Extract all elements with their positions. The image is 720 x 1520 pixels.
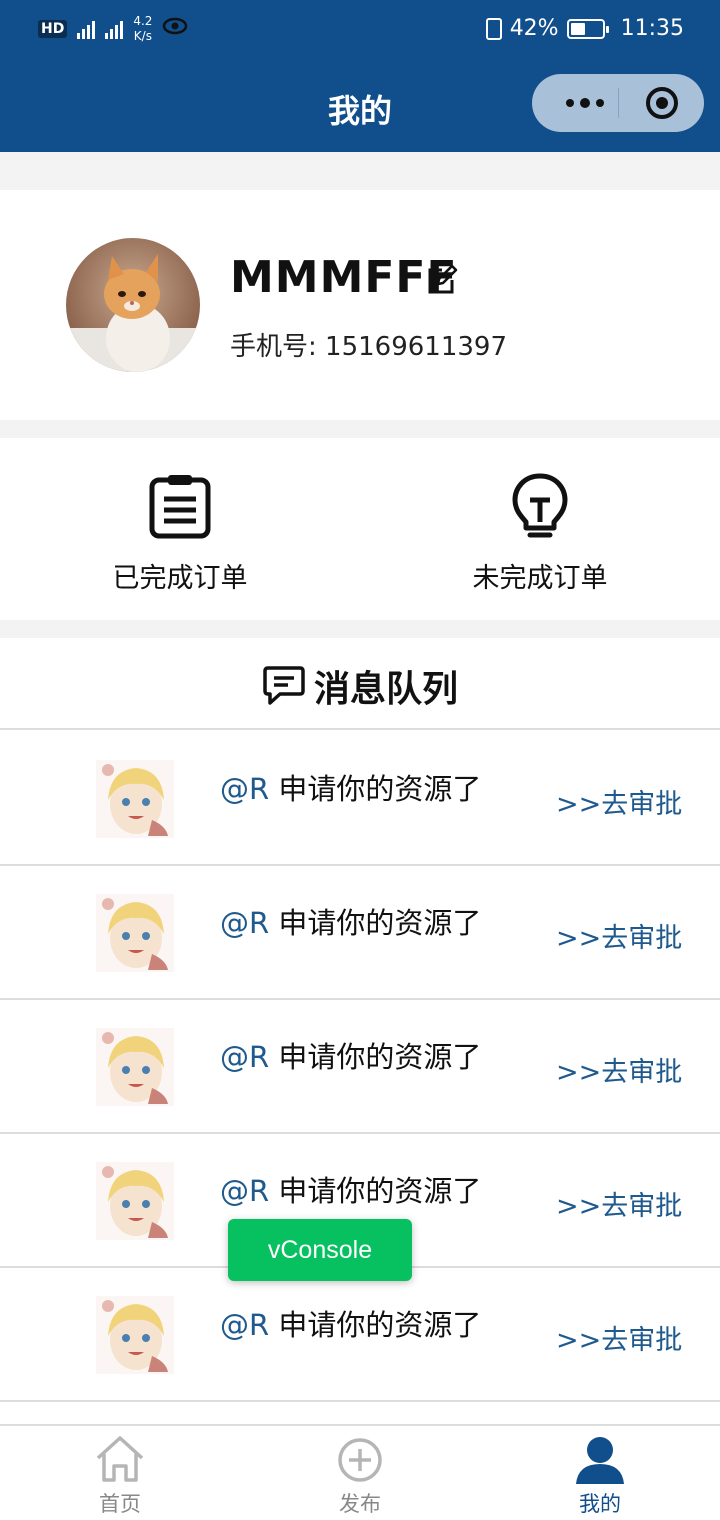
message-queue-title: 消息队列 xyxy=(314,669,459,710)
tab-mine[interactable]: 我的 xyxy=(540,1426,660,1520)
list-item: @R 申请你的资源了 >>去审批 xyxy=(0,1000,720,1134)
tab-home-label: 首页 xyxy=(99,1492,141,1516)
message-user[interactable]: @R xyxy=(220,906,269,940)
message-text: @R 申请你的资源了 xyxy=(220,900,481,942)
message-body: 申请你的资源了 xyxy=(269,772,482,806)
uncompleted-orders-button[interactable]: 未完成订单 xyxy=(420,438,660,620)
message-body: 申请你的资源了 xyxy=(269,906,482,940)
vconsole-button[interactable]: vConsole xyxy=(228,1219,412,1281)
list-item: @R 申请你的资源了 >>去审批 xyxy=(0,1268,720,1402)
status-bar: HD 4.2 K/s 42% 11:35 xyxy=(0,0,720,62)
net-speed-unit: K/s xyxy=(133,29,152,43)
username: MMMFFF xyxy=(230,252,458,303)
status-bar-left: HD 4.2 K/s xyxy=(38,14,188,44)
sender-avatar xyxy=(96,760,174,838)
net-speed: 4.2 K/s xyxy=(133,14,152,44)
profile-card: MMMFFF 手机号: 15169611397 xyxy=(0,190,720,420)
mini-program-capsule xyxy=(532,74,704,132)
tab-publish[interactable]: 发布 xyxy=(300,1426,420,1520)
sender-avatar xyxy=(96,1296,174,1374)
message-queue-header: 消息队列 xyxy=(0,638,720,730)
tab-mine-label: 我的 xyxy=(579,1492,621,1516)
message-list: @R 申请你的资源了 >>去审批 @R 申请你的资源了 >>去审批 @R 申请你… xyxy=(0,732,720,1402)
completed-orders-label: 已完成订单 xyxy=(112,563,248,594)
message-user[interactable]: @R xyxy=(220,1040,269,1074)
message-body: 申请你的资源了 xyxy=(269,1174,482,1208)
tab-home[interactable]: 首页 xyxy=(60,1426,180,1520)
message-icon xyxy=(263,666,305,705)
phone-number: 15169611397 xyxy=(325,332,507,362)
tab-publish-label: 发布 xyxy=(339,1492,381,1516)
tab-bar: 首页 发布 我的 xyxy=(0,1424,720,1520)
status-time: 11:35 xyxy=(620,16,684,41)
completed-orders-button[interactable]: 已完成订单 xyxy=(60,438,300,620)
message-queue: 消息队列 @R 申请你的资源了 >>去审批 @R 申请你的资源了 >>去审批 @… xyxy=(0,638,720,1424)
list-item: @R 申请你的资源了 >>去审批 xyxy=(0,732,720,866)
net-speed-value: 4.2 xyxy=(133,14,153,28)
add-circle-icon xyxy=(338,1438,382,1482)
orders-card: 已完成订单 未完成订单 xyxy=(0,438,720,620)
message-text: @R 申请你的资源了 xyxy=(220,1034,481,1076)
home-icon xyxy=(96,1436,144,1482)
close-mini-program-button[interactable] xyxy=(646,87,678,119)
message-user[interactable]: @R xyxy=(220,1174,269,1208)
battery-icon xyxy=(566,18,609,39)
sender-avatar xyxy=(96,894,174,972)
capsule-divider xyxy=(618,88,619,118)
uncompleted-orders-label: 未完成订单 xyxy=(472,563,608,594)
battery-percent: 42% xyxy=(509,16,559,41)
message-body: 申请你的资源了 xyxy=(269,1040,482,1074)
lightbulb-icon xyxy=(512,473,568,538)
message-text: @R 申请你的资源了 xyxy=(220,1168,481,1210)
message-text: @R 申请你的资源了 xyxy=(220,1302,481,1344)
message-user[interactable]: @R xyxy=(220,1308,269,1342)
status-bar-right: 42% 11:35 xyxy=(485,16,684,41)
cat-avatar-image xyxy=(66,238,200,372)
user-icon xyxy=(576,1437,624,1484)
approve-link[interactable]: >>去审批 xyxy=(556,1050,682,1089)
approve-link[interactable]: >>去审批 xyxy=(556,1184,682,1223)
approve-link[interactable]: >>去审批 xyxy=(556,782,682,821)
more-dots-icon xyxy=(566,99,574,107)
approve-link[interactable]: >>去审批 xyxy=(556,916,682,955)
message-user[interactable]: @R xyxy=(220,772,269,806)
message-body: 申请你的资源了 xyxy=(269,1308,482,1342)
nav-bar: 我的 xyxy=(0,62,720,152)
message-text: @R 申请你的资源了 xyxy=(220,766,481,808)
vibrate-icon xyxy=(485,17,502,40)
phone-label: 手机号: xyxy=(230,332,317,362)
phone-line: 手机号: 15169611397 xyxy=(230,326,507,363)
signal-4g-icon xyxy=(105,19,124,39)
approve-link[interactable]: >>去审批 xyxy=(556,1318,682,1357)
hd-voice-icon: HD xyxy=(38,20,68,38)
more-menu-button[interactable] xyxy=(554,84,616,122)
edit-icon[interactable] xyxy=(426,264,458,296)
clipboard-icon xyxy=(149,475,211,539)
avatar[interactable] xyxy=(66,238,200,372)
list-item: @R 申请你的资源了 >>去审批 xyxy=(0,866,720,1000)
eye-icon xyxy=(162,16,188,42)
sender-avatar xyxy=(96,1162,174,1240)
sender-avatar xyxy=(96,1028,174,1106)
signal-icon xyxy=(77,19,96,39)
